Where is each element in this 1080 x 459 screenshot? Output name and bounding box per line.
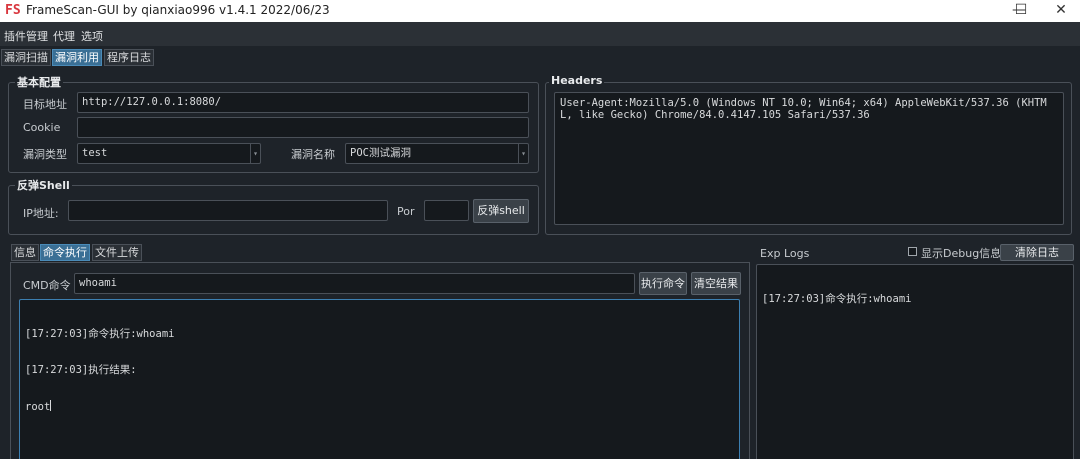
text-caret — [50, 400, 52, 411]
reverse-shell-title: 反弹Shell — [15, 177, 72, 193]
cmd-input[interactable]: whoami — [74, 273, 635, 294]
vuln-type-label: 漏洞类型 — [23, 148, 67, 161]
clear-result-button[interactable]: 清空结果 — [691, 272, 741, 295]
exec-command-button[interactable]: 执行命令 — [639, 272, 687, 295]
exp-logs-textarea[interactable]: [17:27:03]命令执行:whoami — [756, 264, 1074, 459]
clear-log-button[interactable]: 清除日志 — [1000, 244, 1074, 261]
title-bar: FS FrameScan-GUI by qianxiao996 v1.4.1 2… — [0, 0, 1080, 22]
headers-textarea[interactable]: User-Agent:Mozilla/5.0 (Windows NT 10.0;… — [554, 92, 1064, 225]
tab-cmd-exec[interactable]: 命令执行 — [40, 244, 90, 261]
cmd-output-textarea[interactable]: [17:27:03]命令执行:whoami [17:27:03]执行结果: ro… — [19, 299, 740, 459]
tab-file-upload[interactable]: 文件上传 — [92, 244, 142, 261]
log-line: [17:27:03]命令执行:whoami — [762, 293, 912, 305]
menu-proxy[interactable]: 代理 — [53, 28, 75, 44]
menu-options[interactable]: 选项 — [81, 28, 103, 44]
output-line-last: root — [25, 400, 734, 413]
minimize-button-alt — [950, 0, 996, 22]
app-logo: FS — [5, 3, 21, 18]
target-label: 目标地址 — [23, 98, 67, 111]
debug-checkbox[interactable] — [908, 247, 917, 256]
cookie-input[interactable] — [77, 117, 529, 138]
vuln-type-value: test — [82, 147, 108, 159]
tab-info[interactable]: 信息 — [11, 244, 39, 261]
menu-plugin-manage[interactable]: 插件管理 — [4, 28, 48, 44]
basic-config-title: 基本配置 — [15, 74, 63, 90]
vuln-name-value: POC测试漏洞 — [350, 147, 411, 159]
target-input[interactable]: http://127.0.0.1:8080/ — [77, 92, 529, 113]
vuln-type-select[interactable]: test ▾ — [77, 143, 261, 164]
port-input[interactable] — [424, 200, 469, 221]
debug-checkbox-label[interactable]: 显示Debug信息 — [921, 245, 1001, 261]
output-line: [17:27:03]命令执行:whoami — [25, 328, 175, 340]
chevron-down-icon: ▾ — [518, 144, 528, 163]
exp-logs-title: Exp Logs — [760, 247, 810, 260]
output-line: [17:27:03]执行结果: — [25, 364, 137, 376]
tab-vuln-scan[interactable]: 漏洞扫描 — [1, 49, 51, 66]
menu-bar: 插件管理 代理 选项 — [0, 22, 1080, 46]
output-line: root — [25, 401, 51, 413]
window-title: FrameScan-GUI by qianxiao996 v1.4.1 2022… — [26, 3, 330, 17]
headers-title: Headers — [549, 74, 605, 87]
reverse-shell-button[interactable]: 反弹shell — [473, 199, 529, 223]
ip-label: IP地址: — [23, 207, 59, 220]
vuln-name-label: 漏洞名称 — [291, 148, 335, 161]
tab-program-log[interactable]: 程序日志 — [104, 49, 154, 66]
ip-input[interactable] — [68, 200, 388, 221]
cmd-label: CMD命令 — [23, 279, 71, 292]
tab-vuln-exploit[interactable]: 漏洞利用 — [52, 49, 102, 66]
port-label: Por — [397, 205, 415, 218]
chevron-down-icon: ▾ — [250, 144, 260, 163]
vuln-name-select[interactable]: POC测试漏洞 ▾ — [345, 143, 529, 164]
close-button[interactable]: ✕ — [1038, 0, 1080, 22]
cookie-label: Cookie — [23, 121, 61, 134]
